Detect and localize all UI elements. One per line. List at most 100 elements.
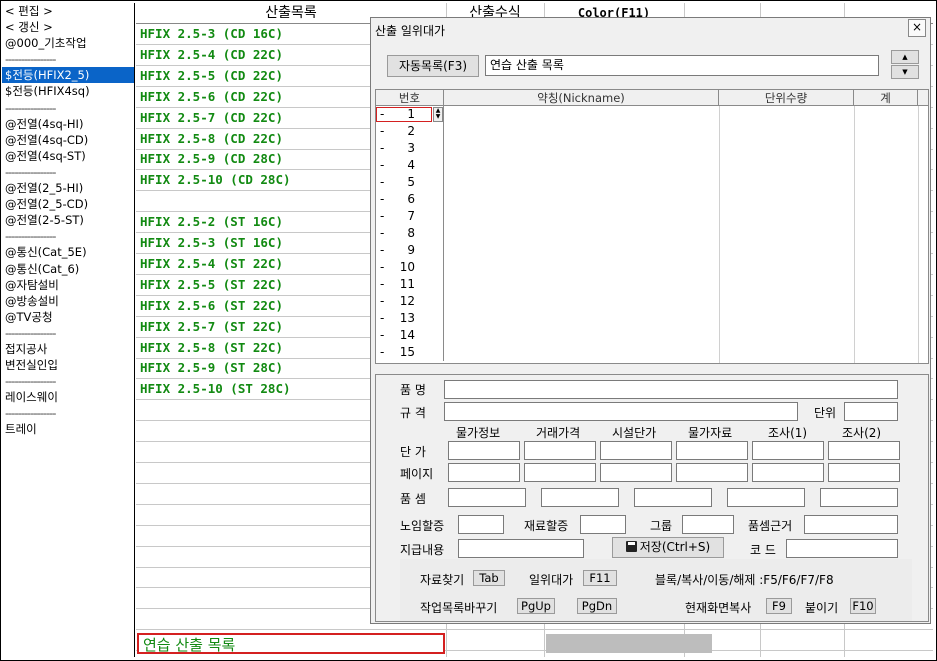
calc-item-cell[interactable]: HFIX 2.5-4 (ST 22C): [136, 254, 283, 274]
grid-row[interactable]: -14: [376, 327, 928, 344]
grid-row[interactable]: -4: [376, 157, 928, 174]
pumsem-basis-field[interactable]: [804, 515, 898, 534]
grid-row[interactable]: -6: [376, 191, 928, 208]
save-button[interactable]: 저장(Ctrl+S): [612, 537, 724, 558]
grid-row[interactable]: -10: [376, 259, 928, 276]
spec-field[interactable]: [444, 402, 798, 421]
sidebar-item[interactable]: @000_기초작업: [2, 35, 134, 51]
name-field[interactable]: [444, 380, 898, 399]
row-number-cell[interactable]: -8: [376, 225, 444, 242]
sidebar-item[interactable]: < 편집 >: [2, 3, 134, 19]
sidebar-item[interactable]: @전열(4sq-HI): [2, 116, 134, 132]
supply-field[interactable]: [458, 539, 584, 558]
sidebar-item[interactable]: $전등(HFIX4sq): [2, 83, 134, 99]
row-number-cell[interactable]: -2: [376, 123, 444, 140]
sidebar-item[interactable]: @TV공청: [2, 309, 134, 325]
pumsem-field-5[interactable]: [820, 488, 898, 507]
labor-surcharge-field[interactable]: [458, 515, 504, 534]
price-field-1[interactable]: [524, 441, 596, 460]
calc-item-cell[interactable]: [136, 191, 140, 211]
calc-item-cell[interactable]: HFIX 2.5-9 (CD 28C): [136, 149, 283, 169]
row-number-cell[interactable]: -3: [376, 140, 444, 157]
calc-item-cell[interactable]: HFIX 2.5-2 (ST 16C): [136, 212, 283, 232]
grid-row[interactable]: -8: [376, 225, 928, 242]
grid-row[interactable]: -15: [376, 344, 928, 361]
f9-key[interactable]: F9: [766, 598, 792, 614]
pgdn-key[interactable]: PgDn: [577, 598, 617, 614]
row-number-cell[interactable]: -14: [376, 327, 444, 344]
sidebar-item[interactable]: $전등(HFIX2_5): [2, 67, 134, 84]
sidebar-item[interactable]: @전열(4sq-ST): [2, 148, 134, 164]
auto-list-button[interactable]: 자동목록(F3): [387, 55, 479, 77]
calc-item-cell[interactable]: HFIX 2.5-8 (ST 22C): [136, 338, 283, 358]
calc-item-cell[interactable]: HFIX 2.5-4 (CD 22C): [136, 45, 283, 65]
page-field-5[interactable]: [828, 463, 900, 482]
calc-item-cell[interactable]: HFIX 2.5-3 (CD 16C): [136, 24, 283, 44]
grid-row[interactable]: -13: [376, 310, 928, 327]
page-field-4[interactable]: [752, 463, 824, 482]
sidebar-item[interactable]: 트레이: [2, 421, 134, 437]
grid-row[interactable]: -2: [376, 123, 928, 140]
page-field-2[interactable]: [600, 463, 672, 482]
row-number-cell[interactable]: -12: [376, 293, 444, 310]
grid-header-number[interactable]: 번호: [376, 90, 444, 106]
material-surcharge-field[interactable]: [580, 515, 626, 534]
price-field-4[interactable]: [752, 441, 824, 460]
nickname-grid[interactable]: 번호 약칭(Nickname) 단위수량 계 -1-2-3-4-5-6-7-8-…: [375, 89, 929, 364]
f11-key[interactable]: F11: [583, 570, 617, 586]
calc-item-cell[interactable]: HFIX 2.5-7 (CD 22C): [136, 108, 283, 128]
tab-key[interactable]: Tab: [473, 570, 505, 586]
price-field-3[interactable]: [676, 441, 748, 460]
calc-item-cell[interactable]: HFIX 2.5-6 (ST 22C): [136, 296, 283, 316]
sidebar-item[interactable]: @전열(2-5-ST): [2, 212, 134, 228]
row-number-cell[interactable]: -10: [376, 259, 444, 276]
pumsem-field-2[interactable]: [541, 488, 619, 507]
pgup-key[interactable]: PgUp: [517, 598, 555, 614]
price-field-2[interactable]: [600, 441, 672, 460]
row-number-cell[interactable]: -5: [376, 174, 444, 191]
page-field-1[interactable]: [524, 463, 596, 482]
row-spinner[interactable]: ▲ ▼: [433, 107, 443, 122]
calc-item-cell[interactable]: HFIX 2.5-7 (ST 22C): [136, 317, 283, 337]
color-cell[interactable]: [546, 634, 712, 653]
sidebar-item[interactable]: 접지공사: [2, 341, 134, 357]
row-number-cell[interactable]: -9: [376, 242, 444, 259]
row-number-cell[interactable]: -15: [376, 344, 444, 361]
grid-row[interactable]: -7: [376, 208, 928, 225]
row-number-cell[interactable]: -11: [376, 276, 444, 293]
grid-header-unit-qty[interactable]: 단위수량: [719, 90, 854, 106]
pumsem-field-4[interactable]: [727, 488, 805, 507]
unit-field[interactable]: [844, 402, 898, 421]
pumsem-field-3[interactable]: [634, 488, 712, 507]
calc-item-cell[interactable]: HFIX 2.5-10 (ST 28C): [136, 379, 291, 399]
grid-row[interactable]: -3: [376, 140, 928, 157]
list-name-input[interactable]: 연습 산출 목록: [137, 633, 445, 654]
calc-item-cell[interactable]: HFIX 2.5-10 (CD 28C): [136, 170, 291, 190]
sidebar-item[interactable]: @방송설비: [2, 293, 134, 309]
f10-key[interactable]: F10: [850, 598, 876, 614]
close-icon[interactable]: ×: [908, 19, 926, 37]
grid-row[interactable]: -5: [376, 174, 928, 191]
grid-header-total[interactable]: 계: [854, 90, 918, 106]
sidebar-item[interactable]: 레이스웨이: [2, 389, 134, 405]
grid-header-nickname[interactable]: 약칭(Nickname): [444, 90, 719, 106]
sidebar-item[interactable]: @전열(2_5-CD): [2, 196, 134, 212]
category-sidebar[interactable]: < 편집 > < 갱신 > @000_기초작업 ---------------- $전등…: [2, 3, 135, 657]
grid-row[interactable]: -1: [376, 106, 928, 123]
sidebar-item[interactable]: @통신(Cat_6): [2, 261, 134, 277]
list-name-field[interactable]: 연습 산출 목록: [485, 55, 879, 76]
grid-row[interactable]: -11: [376, 276, 928, 293]
sidebar-item[interactable]: < 갱신 >: [2, 19, 134, 35]
sidebar-item[interactable]: @전열(2_5-HI): [2, 180, 134, 196]
pumsem-field-1[interactable]: [448, 488, 526, 507]
sidebar-item[interactable]: @자탐설비: [2, 277, 134, 293]
price-field-0[interactable]: [448, 441, 520, 460]
page-field-0[interactable]: [448, 463, 520, 482]
calc-item-cell[interactable]: HFIX 2.5-5 (CD 22C): [136, 66, 283, 86]
row-number-cell[interactable]: -13: [376, 310, 444, 327]
sidebar-item[interactable]: @전열(4sq-CD): [2, 132, 134, 148]
sidebar-item[interactable]: @통신(Cat_5E): [2, 244, 134, 260]
calc-item-cell[interactable]: HFIX 2.5-5 (ST 22C): [136, 275, 283, 295]
spin-down-button[interactable]: ▼: [891, 65, 919, 79]
row-number-cell[interactable]: -4: [376, 157, 444, 174]
